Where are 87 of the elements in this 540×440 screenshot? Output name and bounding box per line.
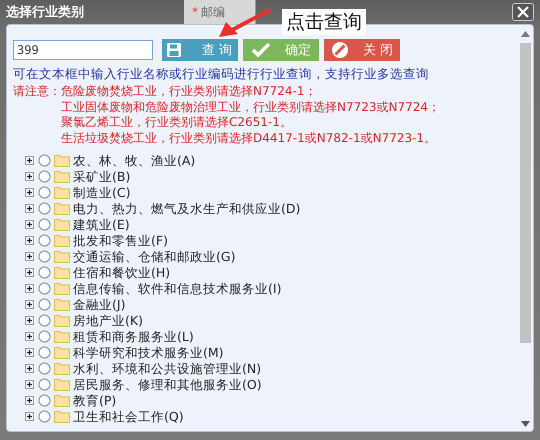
tree-item[interactable]: 信息传输、软件和信息技术服务业(I) [73, 280, 282, 296]
radio-button[interactable] [38, 346, 51, 358]
field-label: 邮编 [201, 4, 225, 20]
hint-text: 可在文本框中输入行业名称或行业编码进行行业查询，支持行业多选查询 [13, 66, 430, 82]
checkmark-icon [251, 42, 271, 58]
radio-button[interactable] [38, 298, 51, 310]
tree-item[interactable]: 建筑业(E) [73, 216, 130, 232]
expand-icon[interactable] [25, 268, 34, 276]
radio-button[interactable] [38, 218, 51, 230]
tree-item[interactable]: 房地产业(K) [73, 312, 143, 328]
radio-button[interactable] [38, 314, 51, 326]
expand-icon[interactable] [25, 252, 34, 260]
folder-icon [54, 314, 70, 326]
folder-icon [54, 282, 70, 294]
required-mark: * [192, 5, 198, 19]
tree-item[interactable]: 农、林、牧、渔业(A) [73, 152, 196, 168]
scroll-down-icon[interactable] [521, 421, 530, 427]
tree-item[interactable]: 住宿和餐饮业(H) [73, 264, 170, 280]
notice-text: 聚氯乙烯工业，行业类别请选择C2651-1。 [61, 115, 293, 130]
scroll-up-icon[interactable] [521, 31, 530, 37]
tree-item[interactable]: 制造业(C) [73, 184, 130, 200]
radio-button[interactable] [38, 378, 51, 390]
folder-icon [54, 202, 70, 214]
notice-text: 危险废物焚烧工业，行业类别请选择N7724-1； [61, 84, 318, 100]
scroll-thumb[interactable] [520, 43, 531, 343]
expand-icon[interactable] [25, 204, 34, 212]
radio-button[interactable] [38, 266, 51, 278]
close-button[interactable]: 关 闭 [324, 39, 400, 61]
notice-label: 请注意： [13, 84, 61, 100]
folder-icon [54, 234, 70, 246]
folder-icon [54, 410, 70, 422]
folder-icon [54, 378, 70, 390]
folder-icon [54, 170, 70, 182]
folder-icon [54, 266, 70, 278]
folder-icon [54, 250, 70, 262]
close-button[interactable] [512, 3, 534, 21]
radio-button[interactable] [38, 362, 51, 374]
folder-icon [54, 394, 70, 406]
tree-item[interactable]: 电力、热力、燃气及水生产和供应业(D) [73, 200, 300, 216]
radio-button[interactable] [38, 202, 51, 214]
expand-icon[interactable] [25, 380, 34, 388]
expand-icon[interactable] [25, 412, 34, 420]
expand-icon[interactable] [25, 348, 34, 356]
radio-button[interactable] [38, 410, 51, 422]
radio-button[interactable] [38, 394, 51, 406]
notice-text: 生活垃圾焚烧工业，行业类别请选择D4417-1或N782-1或N7723-1。 [61, 130, 438, 146]
prohibited-icon [330, 41, 349, 59]
tree-item[interactable]: 居民服务、修理和其他服务业(O) [73, 376, 262, 392]
folder-icon [54, 154, 70, 166]
folder-icon [54, 218, 70, 230]
tree-item[interactable]: 采矿业(B) [73, 168, 130, 184]
folder-icon [54, 362, 70, 374]
folder-icon [54, 298, 70, 310]
annotation-text: 点击查询 [282, 9, 366, 35]
expand-icon[interactable] [25, 236, 34, 244]
expand-icon[interactable] [25, 220, 34, 228]
expand-icon[interactable] [25, 332, 34, 340]
radio-button[interactable] [38, 330, 51, 342]
tree-item[interactable]: 金融业(J) [73, 296, 126, 312]
folder-icon [54, 346, 70, 358]
expand-icon[interactable] [25, 156, 34, 164]
radio-button[interactable] [38, 170, 51, 182]
window-title: 选择行业类别 [6, 4, 84, 21]
radio-button[interactable] [38, 186, 51, 198]
folder-icon [54, 330, 70, 342]
expand-icon[interactable] [25, 284, 34, 292]
expand-icon[interactable] [25, 300, 34, 308]
radio-button[interactable] [38, 234, 51, 246]
tree-item[interactable]: 卫生和社会工作(Q) [73, 408, 184, 424]
folder-icon [54, 186, 70, 198]
close-icon [517, 6, 529, 18]
expand-icon[interactable] [25, 316, 34, 324]
radio-button[interactable] [38, 250, 51, 262]
expand-icon[interactable] [25, 396, 34, 404]
expand-icon[interactable] [25, 364, 34, 372]
radio-button[interactable] [38, 154, 51, 166]
tree-item[interactable]: 交通运输、仓储和邮政业(G) [73, 248, 236, 264]
expand-icon[interactable] [25, 188, 34, 196]
tree-item[interactable]: 教育(P) [73, 392, 116, 408]
search-field[interactable]: 399 [13, 40, 153, 60]
tree-item[interactable]: 水利、环境和公共设施管理业(N) [73, 360, 262, 376]
tree-item[interactable]: 科学研究和技术服务业(M) [73, 344, 224, 360]
radio-button[interactable] [38, 282, 51, 294]
notice-text: 工业固体废物和危险废物治理工业，行业类别请选择N7723或N7724； [61, 100, 440, 115]
tree-item[interactable]: 租赁和商务服务业(L) [73, 328, 194, 344]
tree-item[interactable]: 批发和零售业(F) [73, 232, 168, 248]
expand-icon[interactable] [25, 172, 34, 180]
